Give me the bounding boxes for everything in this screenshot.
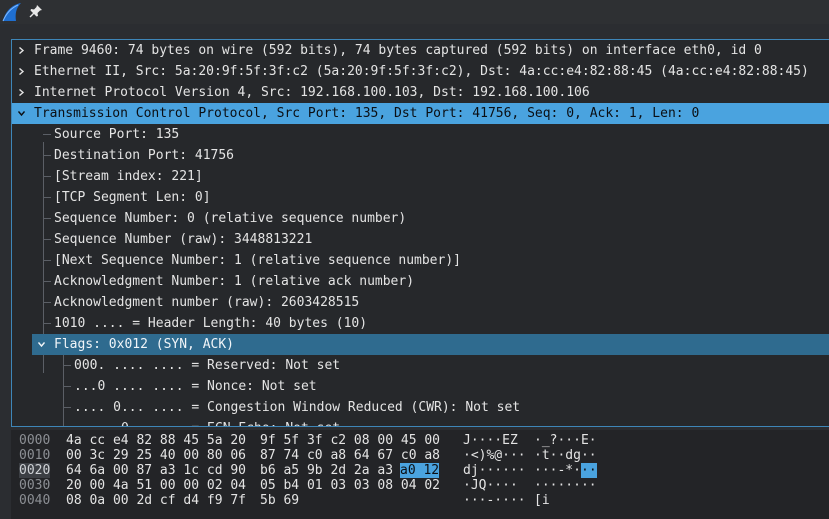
- hex-offset: 0010: [19, 448, 51, 463]
- tree-row-label: .... 0... .... = Congestion Window Reduc…: [74, 400, 521, 415]
- tree-row-ack-raw[interactable]: Acknowledgment number (raw): 2603428515: [12, 292, 829, 313]
- tree-row-label: Sequence Number (raw): 3448813221: [54, 232, 313, 247]
- tree-row-label: [Stream index: 221]: [54, 169, 203, 184]
- tree-row-label: [TCP Segment Len: 0]: [54, 190, 211, 205]
- tree-row-next-sequence[interactable]: [Next Sequence Number: 1 (relative seque…: [12, 250, 829, 271]
- tree-row-label: ...0 .... .... = Nonce: Not set: [74, 379, 317, 394]
- tree-row-label: Ethernet II, Src: 5a:20:9f:5f:3f:c2 (5a:…: [34, 64, 809, 79]
- hex-ascii-selected[interactable]: ··: [581, 463, 597, 478]
- tree-guide: [43, 281, 51, 282]
- tree-row-sequence-raw[interactable]: Sequence Number (raw): 3448813221: [12, 229, 829, 250]
- tree-row-flag-cwr[interactable]: .... 0... .... = Congestion Window Reduc…: [12, 397, 829, 418]
- pin-icon[interactable]: [29, 4, 43, 18]
- tree-guide: [43, 260, 51, 261]
- tree-guide: [43, 155, 51, 156]
- tree-row-flag-ecn-echo[interactable]: .... .0.. .... = ECN-Echo: Not set: [12, 418, 829, 426]
- tree-guide: [43, 302, 51, 303]
- hex-line[interactable]: 0020 64 6a 00 87 a3 1c cd 90 b6 a5 9b 2d…: [11, 463, 829, 478]
- tree-guide: [63, 365, 71, 366]
- hex-bytes[interactable]: 4a cc e4 82 88 45 5a 20: [66, 433, 246, 448]
- tree-row-flag-reserved[interactable]: 000. .... .... = Reserved: Not set: [12, 355, 829, 376]
- chevron-right-icon[interactable]: [18, 89, 25, 96]
- hex-offset: 0020: [19, 463, 51, 478]
- tree-row-stream-index[interactable]: [Stream index: 221]: [12, 166, 829, 187]
- hex-line[interactable]: 0010 00 3c 29 25 40 00 80 06 87 74 c0 a8…: [11, 448, 829, 463]
- tree-row-flag-nonce[interactable]: ...0 .... .... = Nonce: Not set: [12, 376, 829, 397]
- hex-bytes[interactable]: 64 6a 00 87 a3 1c cd 90: [66, 463, 246, 478]
- hex-line[interactable]: 0040 08 0a 00 2d cf d4 f9 7f 5b 69 ···-·…: [11, 493, 829, 508]
- top-toolbar: [0, 0, 829, 24]
- tree-row-header-length[interactable]: 1010 .... = Header Length: 40 bytes (10): [12, 313, 829, 334]
- tree-row-ipv4[interactable]: Internet Protocol Version 4, Src: 192.16…: [12, 82, 829, 103]
- tree-guide: [43, 239, 51, 240]
- hex-ascii[interactable]: J····EZ: [463, 433, 518, 448]
- tree-row-label: Sequence Number: 0 (relative sequence nu…: [54, 211, 407, 226]
- hex-ascii[interactable]: ·JQ····: [463, 478, 518, 493]
- tree-guide: [43, 218, 51, 219]
- hex-ascii[interactable]: ·_?···E·: [534, 433, 597, 448]
- tree-row-label: 000. .... .... = Reserved: Not set: [74, 358, 341, 373]
- hex-offset: 0000: [19, 433, 51, 448]
- hex-bytes[interactable]: 05 b4 01 03 03 08 04 02: [260, 478, 440, 493]
- tree-row-frame[interactable]: Frame 9460: 74 bytes on wire (592 bits),…: [12, 40, 829, 61]
- tree-row-label: Internet Protocol Version 4, Src: 192.16…: [34, 85, 590, 100]
- tree-row-ack-number[interactable]: Acknowledgment Number: 1 (relative ack n…: [12, 271, 829, 292]
- tree-row-label: Destination Port: 41756: [54, 148, 235, 163]
- tree-guide: [63, 407, 71, 408]
- hex-bytes-selected[interactable]: a0 12: [400, 463, 440, 478]
- tree-row-tcp[interactable]: Transmission Control Protocol, Src Port:…: [12, 103, 829, 124]
- hex-dump-pane[interactable]: 0000 4a cc e4 82 88 45 5a 20 9f 5f 3f c2…: [11, 430, 829, 519]
- tree-row-label: Acknowledgment number (raw): 2603428515: [54, 295, 360, 310]
- tree-row-flags[interactable]: Flags: 0x012 (SYN, ACK): [32, 334, 829, 355]
- chevron-down-icon[interactable]: [18, 110, 25, 117]
- hex-ascii[interactable]: ···-*·: [534, 463, 581, 478]
- hex-ascii[interactable]: [i: [534, 493, 550, 508]
- chevron-right-icon[interactable]: [18, 47, 25, 54]
- hex-bytes[interactable]: b6 a5 9b 2d 2a a3: [260, 463, 393, 478]
- hex-bytes[interactable]: 08 0a 00 2d cf d4 f9 7f: [66, 493, 246, 508]
- tree-row-label: [Next Sequence Number: 1 (relative seque…: [54, 253, 461, 268]
- hex-offset: 0030: [19, 478, 51, 493]
- tree-row-sequence-number[interactable]: Sequence Number: 0 (relative sequence nu…: [12, 208, 829, 229]
- hex-bytes[interactable]: 9f 5f 3f c2 08 00 45 00: [260, 433, 440, 448]
- hex-bytes[interactable]: 5b 69: [260, 493, 299, 508]
- hex-ascii[interactable]: dj······: [463, 463, 526, 478]
- tree-row-label: 1010 .... = Header Length: 40 bytes (10): [54, 316, 368, 331]
- hex-offset: 0040: [19, 493, 51, 508]
- hex-line[interactable]: 0030 20 00 4a 51 00 00 02 04 05 b4 01 03…: [11, 478, 829, 493]
- hex-bytes[interactable]: 20 00 4a 51 00 00 02 04: [66, 478, 246, 493]
- hex-bytes[interactable]: 87 74 c0 a8 64 67 c0 a8: [260, 448, 440, 463]
- hex-ascii[interactable]: ·<)%@···: [463, 448, 526, 463]
- tree-row-label: Source Port: 135: [54, 127, 180, 142]
- tree-guide: [43, 134, 51, 135]
- hex-ascii[interactable]: ·t··dg··: [534, 448, 597, 463]
- wireshark-fin-icon[interactable]: [2, 2, 22, 22]
- hex-line[interactable]: 0000 4a cc e4 82 88 45 5a 20 9f 5f 3f c2…: [11, 433, 829, 448]
- tree-row-label: Acknowledgment Number: 1 (relative ack n…: [54, 274, 415, 289]
- chevron-down-icon[interactable]: [38, 341, 45, 348]
- tree-guide: [43, 323, 51, 324]
- hex-ascii[interactable]: ···-····: [463, 493, 526, 508]
- tree-row-label: Frame 9460: 74 bytes on wire (592 bits),…: [34, 43, 762, 58]
- hex-bytes[interactable]: 00 3c 29 25 40 00 80 06: [66, 448, 246, 463]
- tree-guide: [43, 176, 51, 177]
- tree-guide: [63, 386, 71, 387]
- tree-row-segment-len[interactable]: [TCP Segment Len: 0]: [12, 187, 829, 208]
- tree-row-label: Transmission Control Protocol, Src Port:…: [34, 106, 700, 121]
- chevron-right-icon[interactable]: [18, 68, 25, 75]
- hex-ascii[interactable]: ········: [534, 478, 597, 493]
- tree-row-ethernet[interactable]: Ethernet II, Src: 5a:20:9f:5f:3f:c2 (5a:…: [12, 61, 829, 82]
- packet-details-tree[interactable]: Frame 9460: 74 bytes on wire (592 bits),…: [11, 39, 829, 427]
- tree-guide: [43, 197, 51, 198]
- tree-row-label: .... .0.. .... = ECN-Echo: Not set: [74, 418, 340, 426]
- tree-row-destination-port[interactable]: Destination Port: 41756: [12, 145, 829, 166]
- tree-row-source-port[interactable]: Source Port: 135: [12, 124, 829, 145]
- tree-row-label: Flags: 0x012 (SYN, ACK): [54, 337, 235, 352]
